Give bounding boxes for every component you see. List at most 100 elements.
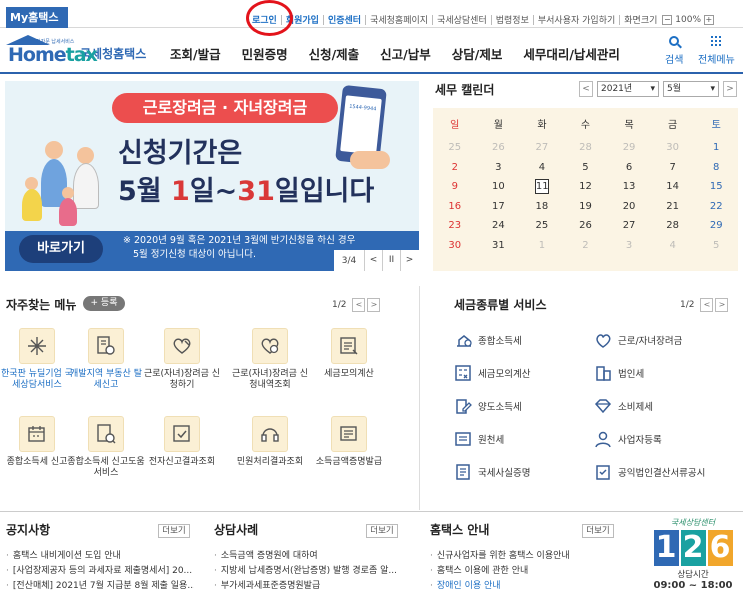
consult-more-button[interactable]: 더보기 <box>366 524 398 538</box>
calendar-day[interactable]: 3 <box>607 236 651 256</box>
favorite-menu-item[interactable]: 한국판 뉴딜기업 국세상담서비스 <box>0 328 76 391</box>
list-item[interactable]: 홈택스 내비게이션 도입 안내 <box>6 549 194 564</box>
favorite-menu-item[interactable]: 종합소득세 신고도움 서비스 <box>67 416 145 479</box>
favorite-menu-item[interactable]: 종합소득세 신고 <box>0 416 76 468</box>
favorite-menu-item[interactable]: 근로(자녀)장려금 신청하기 <box>143 328 221 391</box>
calendar-day[interactable]: 10 <box>477 177 521 197</box>
banner-prev-button[interactable]: < <box>364 250 382 271</box>
tax-service-item[interactable]: 근로/자녀장려금 <box>594 331 682 349</box>
calendar-day[interactable]: 12 <box>564 177 608 197</box>
calendar-day[interactable]: 6 <box>607 158 651 178</box>
calendar-day[interactable]: 18 <box>520 197 564 217</box>
calendar-day[interactable]: 14 <box>651 177 695 197</box>
calendar-day-today[interactable]: 11 <box>520 177 564 197</box>
consult-center-126[interactable]: 국세상담센터 1 2 6 상담시간 09:00 ~ 18:00 <box>648 517 738 599</box>
calendar-day[interactable]: 22 <box>694 197 738 217</box>
calendar-day[interactable]: 4 <box>520 158 564 178</box>
calendar-day[interactable]: 27 <box>520 138 564 158</box>
calendar-day[interactable]: 31 <box>477 236 521 256</box>
calendar-day[interactable]: 21 <box>651 197 695 217</box>
calendar-day[interactable]: 30 <box>651 138 695 158</box>
dept-user-signup-link[interactable]: 부서사용자 가입하기 <box>538 13 615 26</box>
calendar-day[interactable]: 29 <box>607 138 651 158</box>
favorites-add-button[interactable]: + 등록 <box>83 296 125 311</box>
calendar-day[interactable]: 25 <box>520 216 564 236</box>
calendar-day[interactable]: 28 <box>564 138 608 158</box>
calendar-day[interactable]: 17 <box>477 197 521 217</box>
calendar-day[interactable]: 2 <box>564 236 608 256</box>
calendar-day[interactable]: 15 <box>694 177 738 197</box>
calendar-day[interactable]: 1 <box>694 138 738 158</box>
tax-service-item[interactable]: 양도소득세 <box>454 397 522 415</box>
tax-service-item[interactable]: 종합소득세 <box>454 331 522 349</box>
tax-service-item[interactable]: 소비제세 <box>594 397 653 415</box>
calendar-day[interactable]: 3 <box>477 158 521 178</box>
calendar-day[interactable]: 28 <box>651 216 695 236</box>
tax-service-item[interactable]: 세금모의계산 <box>454 364 530 382</box>
calendar-day[interactable]: 5 <box>694 236 738 256</box>
calendar-day[interactable]: 19 <box>564 197 608 217</box>
list-item[interactable]: 장애인 이용 안내 <box>430 579 618 594</box>
calendar-day[interactable]: 29 <box>694 216 738 236</box>
list-item[interactable]: 지방세 납세증명서(완납증명) 발행 경로좀 알... <box>214 564 402 579</box>
calendar-day[interactable]: 5 <box>564 158 608 178</box>
nav-civil-certificate[interactable]: 민원증명 <box>242 44 288 63</box>
tax-service-item[interactable]: 원천세 <box>454 430 504 448</box>
calendar-day[interactable]: 2 <box>433 158 477 178</box>
calendar-day[interactable]: 13 <box>607 177 651 197</box>
promo-banner[interactable]: 근로장려금 · 자녀장려금 신청기간은 5월 1일~31일입니다 1544-99… <box>5 81 419 271</box>
hometax-logo[interactable]: 전자문 납세서비스 Hometax 국세청홈택스 <box>6 35 146 66</box>
tax-consult-center-link[interactable]: 국세상담센터 <box>437 13 487 26</box>
tax-service-item[interactable]: 사업자등록 <box>594 430 662 448</box>
nav-inquiry-issue[interactable]: 조회/발급 <box>170 44 221 63</box>
nav-report-pay[interactable]: 신고/납부 <box>380 44 431 63</box>
cert-center-link[interactable]: 인증센터 <box>328 13 361 26</box>
tax-services-next-button[interactable]: > <box>715 298 729 312</box>
notice-more-button[interactable]: 더보기 <box>158 524 190 538</box>
favorite-menu-item[interactable]: 근로(자녀)장려금 신청내역조회 <box>231 328 309 391</box>
calendar-day[interactable]: 27 <box>607 216 651 236</box>
year-select[interactable]: 2021년 <box>597 81 659 97</box>
calendar-day[interactable]: 24 <box>477 216 521 236</box>
list-item[interactable]: 소득금액 증명원에 대하여 <box>214 549 402 564</box>
tax-service-item[interactable]: 국세사실증명 <box>454 463 530 481</box>
list-item[interactable]: 부가세과세표준증명원발급 <box>214 579 402 594</box>
tax-service-item[interactable]: 법인세 <box>594 364 644 382</box>
calendar-next-button[interactable]: > <box>723 81 737 97</box>
nts-homepage-link[interactable]: 국세청홈페이지 <box>370 13 428 26</box>
zoom-out-button[interactable]: − <box>662 14 673 25</box>
calendar-day[interactable]: 26 <box>477 138 521 158</box>
banner-go-button[interactable]: 바로가기 <box>19 235 103 263</box>
calendar-day[interactable]: 20 <box>607 197 651 217</box>
favorite-menu-item[interactable]: 세금모의계산 <box>310 328 388 380</box>
list-item[interactable]: 신규사업자를 위한 홈택스 이용안내 <box>430 549 618 564</box>
calendar-day[interactable]: 9 <box>433 177 477 197</box>
my-hometax-tab[interactable]: My홈택스 <box>6 7 68 28</box>
favorite-menu-item[interactable]: 전자신고결과조회 <box>143 416 221 468</box>
calendar-day[interactable]: 8 <box>694 158 738 178</box>
all-menu-button[interactable]: 전체메뉴 <box>698 36 735 66</box>
calendar-day[interactable]: 7 <box>651 158 695 178</box>
favorites-next-button[interactable]: > <box>367 298 381 312</box>
list-item[interactable]: 홈택스 이용에 관한 안내 <box>430 564 618 579</box>
list-item[interactable]: [전산매체] 2021년 7월 지급분 8월 제출 일용... <box>6 579 194 594</box>
banner-pause-button[interactable]: II <box>382 250 400 271</box>
calendar-day[interactable]: 23 <box>433 216 477 236</box>
favorite-menu-item[interactable]: 개발지역 부동산 탈세신고 <box>67 328 145 391</box>
calendar-day[interactable]: 1 <box>520 236 564 256</box>
favorites-prev-button[interactable]: < <box>352 298 366 312</box>
calendar-day[interactable]: 26 <box>564 216 608 236</box>
tax-services-prev-button[interactable]: < <box>700 298 714 312</box>
nav-apply-submit[interactable]: 신청/제출 <box>309 44 360 63</box>
favorite-menu-item[interactable]: 민원처리결과조회 <box>231 416 309 468</box>
banner-next-button[interactable]: > <box>400 250 418 271</box>
month-select[interactable]: 5월 <box>663 81 719 97</box>
calendar-day[interactable]: 4 <box>651 236 695 256</box>
calendar-day[interactable]: 30 <box>433 236 477 256</box>
zoom-in-button[interactable]: + <box>703 14 714 25</box>
nav-tax-agent[interactable]: 세무대리/납세관리 <box>523 44 620 63</box>
search-button[interactable]: 검색 <box>665 36 683 66</box>
guide-more-button[interactable]: 더보기 <box>582 524 614 538</box>
calendar-prev-button[interactable]: < <box>579 81 593 97</box>
law-info-link[interactable]: 법령정보 <box>496 13 529 26</box>
